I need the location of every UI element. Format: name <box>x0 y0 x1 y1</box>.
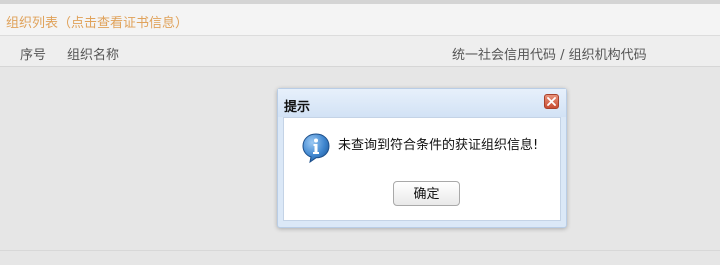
column-header-index: 序号 <box>20 48 47 63</box>
dialog-body: 未查询到符合条件的获证组织信息! 确定 <box>283 117 561 221</box>
dialog-title: 提示 <box>284 100 311 115</box>
close-button[interactable] <box>544 94 559 109</box>
dialog-titlebar: 提示 <box>278 89 566 117</box>
panel-header: 组织列表（点击查看证书信息） <box>0 4 720 36</box>
divider <box>0 250 720 251</box>
column-header-org-name: 组织名称 <box>67 48 120 63</box>
ok-button[interactable]: 确定 <box>393 181 460 206</box>
panel-title: 组织列表（点击查看证书信息） <box>6 16 189 31</box>
table-header: 序号 组织名称 统一社会信用代码 / 组织机构代码 <box>0 36 720 67</box>
column-header-credit-code: 统一社会信用代码 / 组织机构代码 <box>452 48 647 63</box>
close-icon <box>547 97 556 106</box>
dialog-message: 未查询到符合条件的获证组织信息! <box>338 138 539 153</box>
info-icon <box>302 133 330 164</box>
alert-dialog: 提示 未查询到符合条件的获证组织信息! 确定 <box>277 88 567 228</box>
